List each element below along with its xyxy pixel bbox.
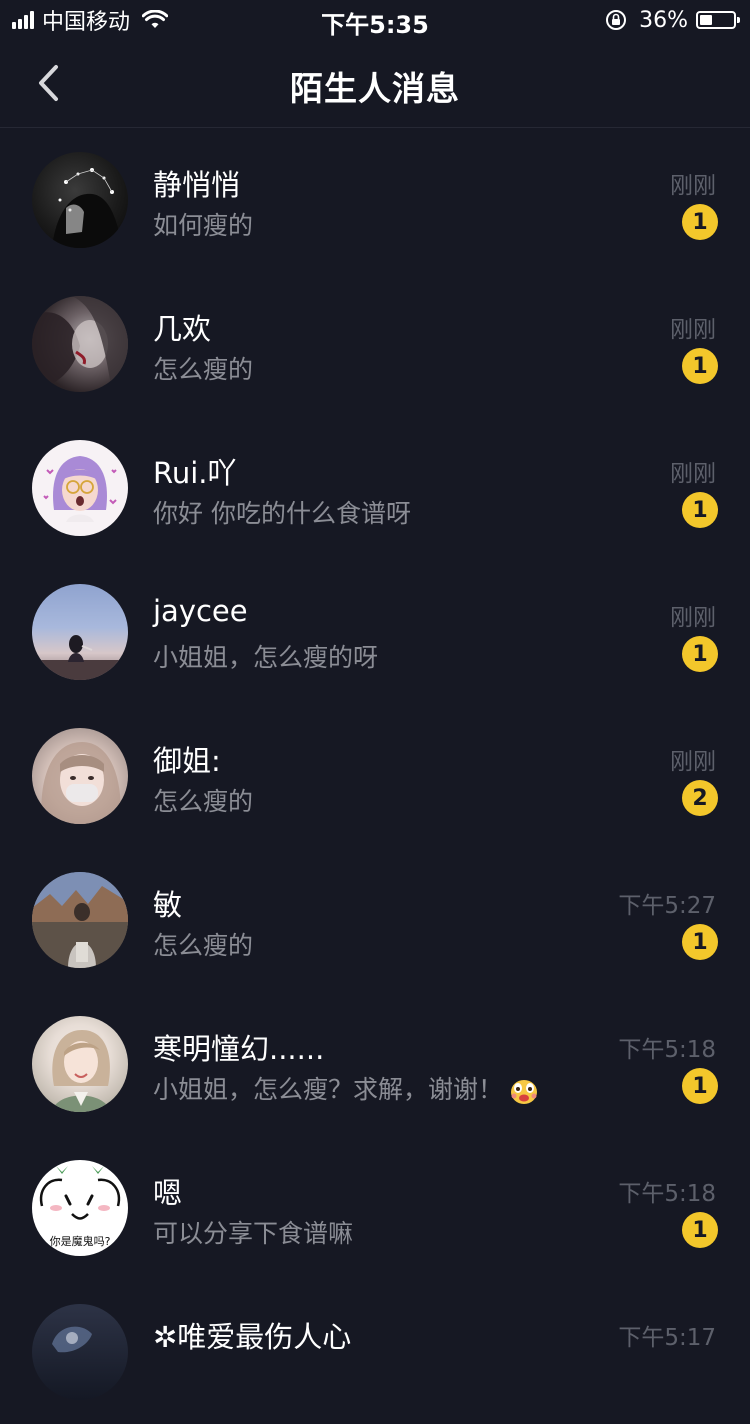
contact-name: 御姐: [153,744,221,778]
message-preview: 怎么瘦的 [153,931,254,960]
message-time: 下午5:18 [618,1181,716,1207]
battery-icon [696,11,740,29]
contact-name: 几欢 [153,312,212,346]
message-row[interactable]: 你是魔鬼吗? 嗯 可以分享下食谱嘛 下午5:18 1 [0,1136,750,1280]
message-preview-text: 小姐姐，怎么瘦？求解，谢谢！ [153,1075,504,1104]
avatar[interactable] [32,152,128,248]
message-row[interactable]: 御姐: 怎么瘦的 刚刚 2 [0,704,750,848]
unread-badge: 1 [682,492,718,528]
unread-badge: 1 [682,204,718,240]
nav-bar: 陌生人消息 [0,40,750,128]
unread-badge: 1 [682,924,718,960]
contact-name: 寒明憧幻...... [153,1032,325,1066]
message-preview: 你好 你吃的什么食谱呀 [153,499,411,528]
message-preview: 可以分享下食谱嘛 [153,1219,354,1248]
unread-badge: 1 [682,1068,718,1104]
avatar[interactable] [32,1016,128,1112]
message-time: 刚刚 [670,749,716,775]
unread-badge: 1 [682,348,718,384]
avatar[interactable] [32,296,128,392]
message-time: 刚刚 [670,173,716,199]
message-time: 刚刚 [670,461,716,487]
message-row[interactable]: 静悄悄 如何瘦的 刚刚 1 [0,128,750,272]
message-preview: 怎么瘦的 [153,787,254,816]
avatar[interactable] [32,1304,128,1400]
avatar[interactable] [32,440,128,536]
message-preview: 小姐姐，怎么瘦的呀 [153,643,379,672]
contact-name: ✲唯爱最伤人心 [153,1320,352,1354]
avatar[interactable]: 你是魔鬼吗? [32,1160,128,1256]
message-preview: 怎么瘦的 [153,355,254,384]
rotation-lock-icon [606,10,627,30]
message-time: 刚刚 [670,317,716,343]
message-row[interactable]: 敏 怎么瘦的 下午5:27 1 [0,848,750,992]
contact-name: jaycee [153,594,248,628]
avatar[interactable] [32,728,128,824]
message-row[interactable]: Rui.吖 你好 你吃的什么食谱呀 刚刚 1 [0,416,750,560]
message-time: 刚刚 [670,605,716,631]
contact-name: 敏 [153,888,183,922]
face-emoji-icon [511,1080,538,1104]
battery-percent: 36% [639,7,688,33]
message-row[interactable]: ✲唯爱最伤人心 下午5:17 [0,1280,750,1424]
battery-level [700,15,712,25]
status-bar: 中国移动 下午5:35 36% [0,0,750,40]
message-row[interactable]: jaycee 小姐姐，怎么瘦的呀 刚刚 1 [0,560,750,704]
status-right: 36% [605,7,740,33]
contact-name: 静悄悄 [153,168,241,202]
message-row[interactable]: 寒明憧幻...... 小姐姐，怎么瘦？求解，谢谢！ 下午5:18 1 [0,992,750,1136]
contact-name: 嗯 [153,1176,183,1210]
contact-name: Rui.吖 [153,456,237,490]
message-row[interactable]: 几欢 怎么瘦的 刚刚 1 [0,272,750,416]
message-time: 下午5:17 [618,1325,716,1351]
message-preview: 如何瘦的 [153,211,254,240]
message-list: 静悄悄 如何瘦的 刚刚 1 几欢 怎么瘦的 刚刚 1 Rui.吖 你好 你吃的什… [0,128,750,1424]
page-title: 陌生人消息 [290,69,460,108]
avatar[interactable] [32,872,128,968]
avatar-caption: 你是魔鬼吗? [50,1234,111,1248]
unread-badge: 2 [682,780,718,816]
message-time: 下午5:27 [618,893,716,919]
unread-badge: 1 [682,636,718,672]
message-preview: 小姐姐，怎么瘦？求解，谢谢！ [153,1070,539,1106]
message-time: 下午5:18 [618,1037,716,1063]
avatar[interactable] [32,584,128,680]
unread-badge: 1 [682,1212,718,1248]
